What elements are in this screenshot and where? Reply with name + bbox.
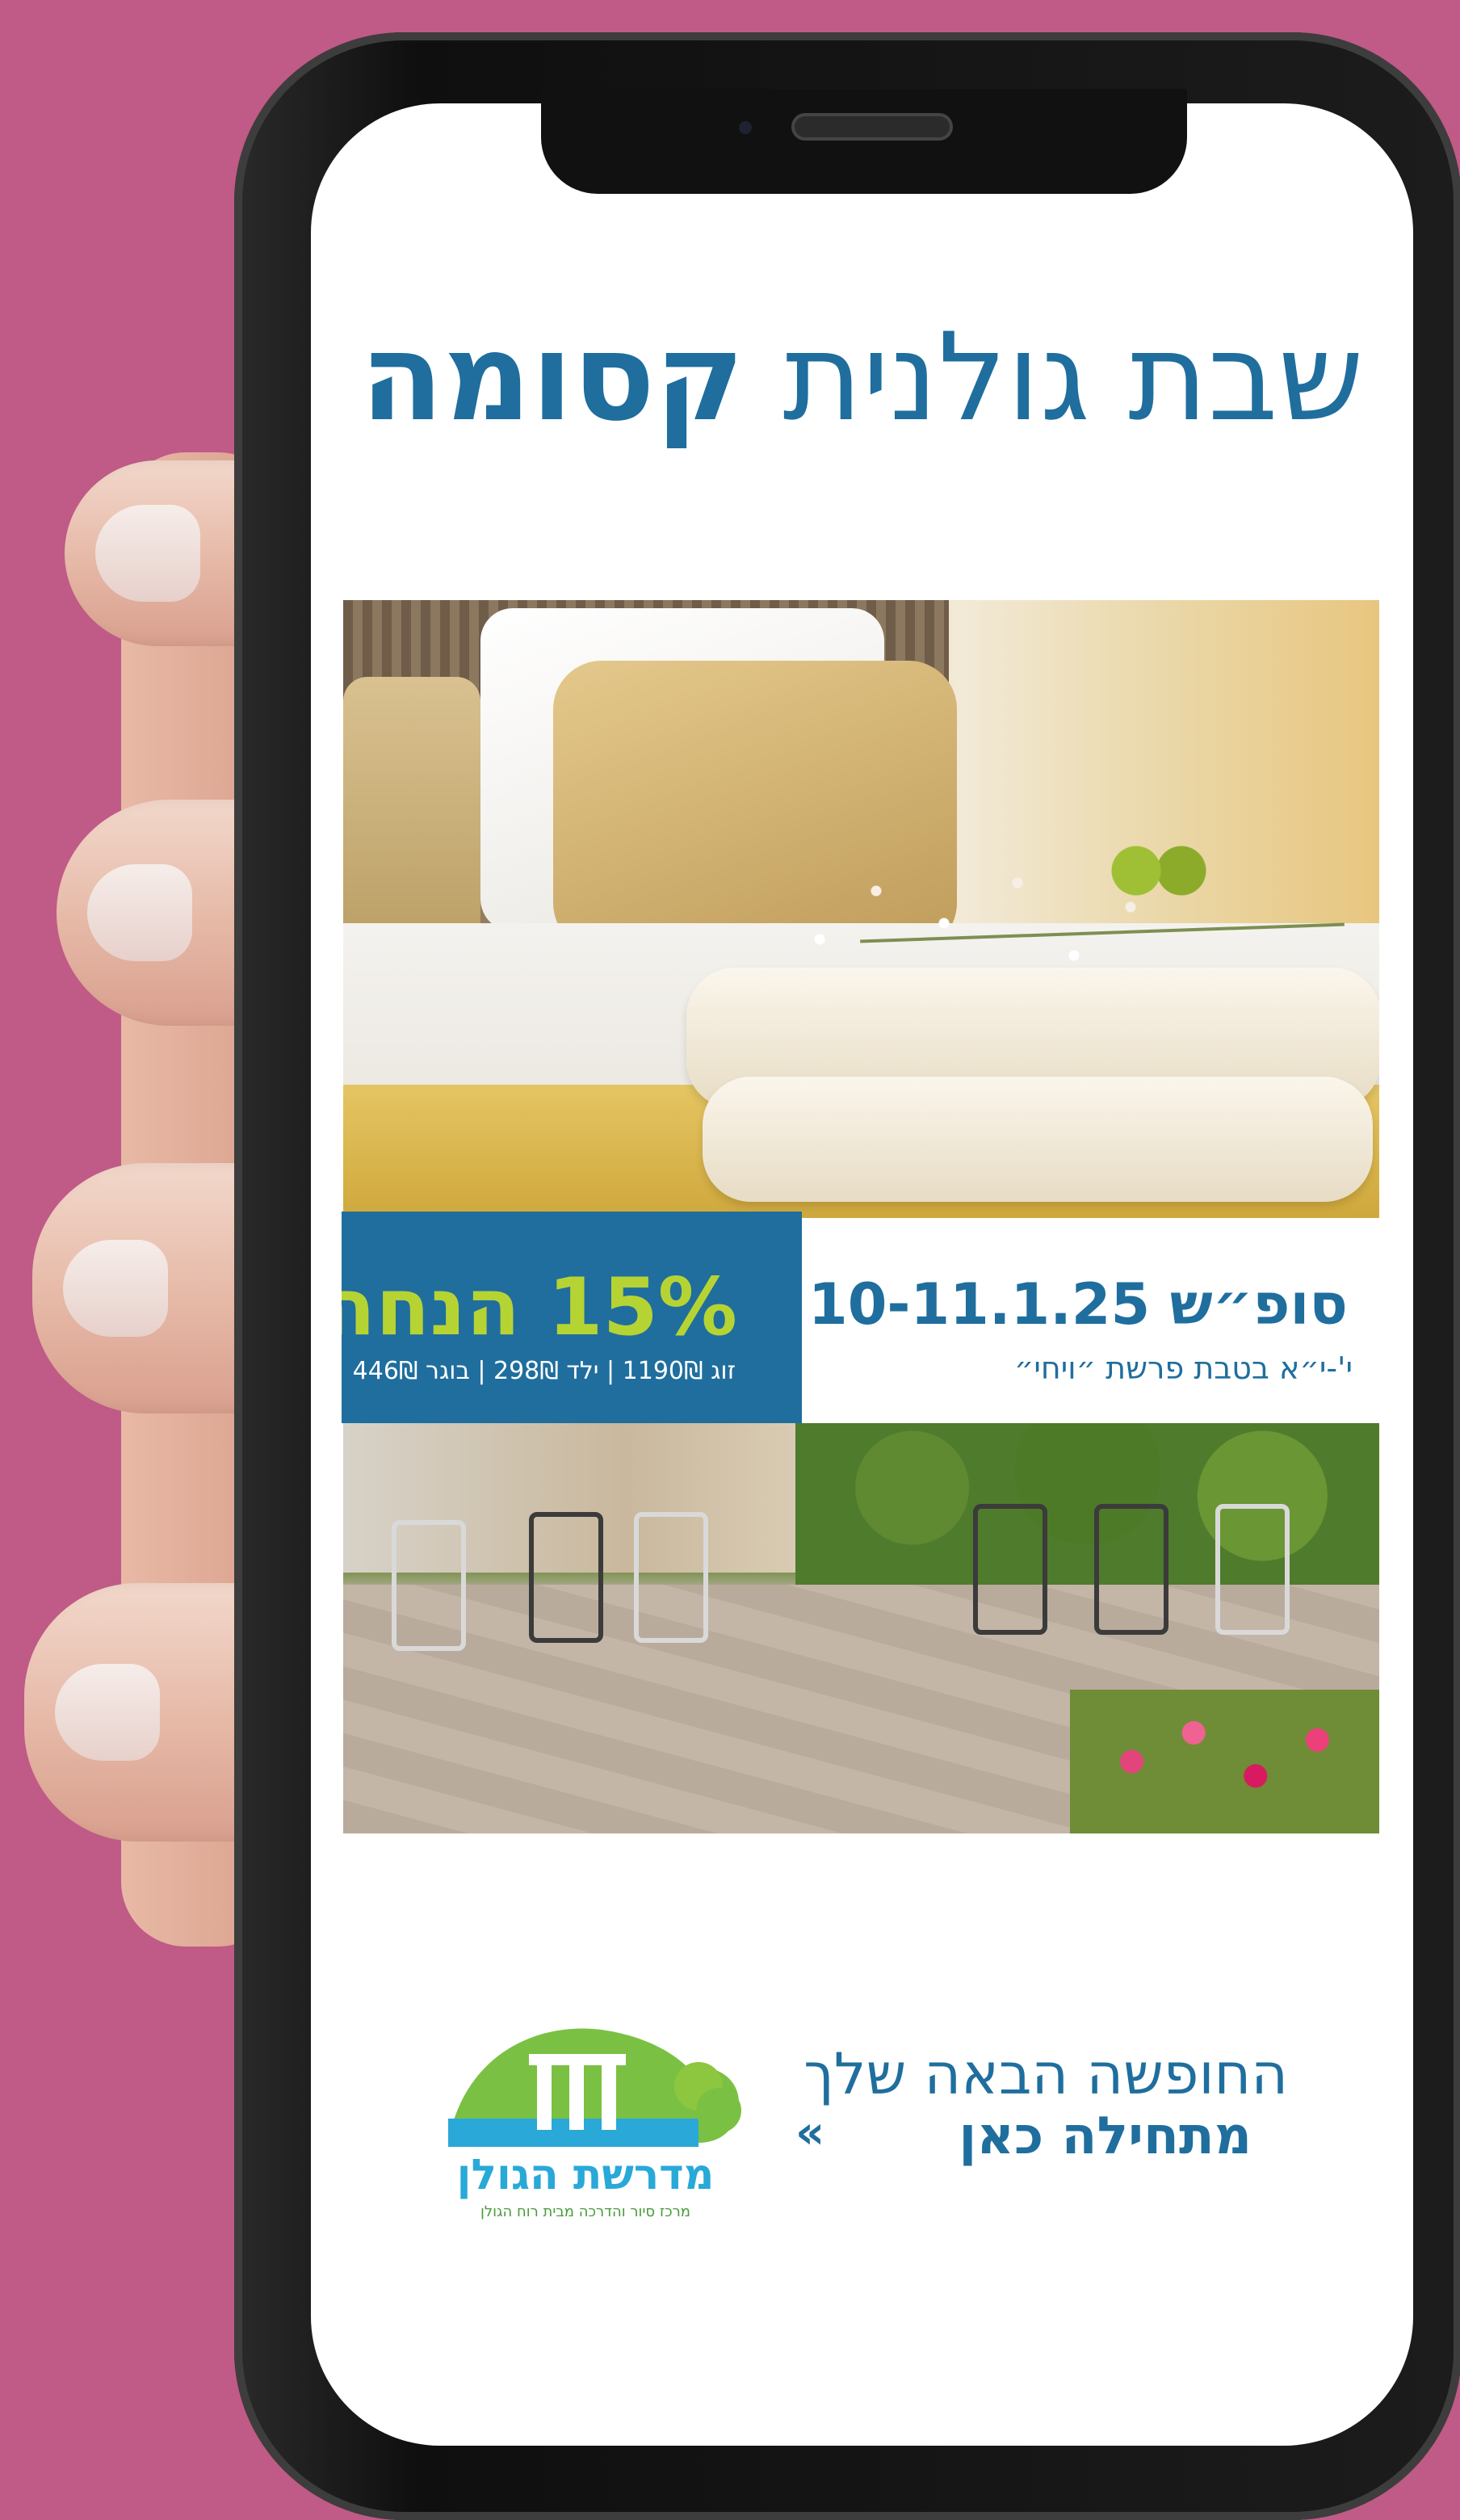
date-banner: סופ״ש 10-11.1.25 י'-י״א בטבת פרשת ״ויחי״ [803, 1212, 1393, 1423]
patio-photo [343, 1423, 1379, 1833]
phone-notch [541, 89, 1187, 194]
chair [1215, 1504, 1290, 1635]
dried-flowers [763, 842, 1328, 1004]
chair [392, 1520, 466, 1651]
hedge [795, 1423, 1379, 1585]
double-chevron-icon[interactable]: « [795, 2106, 824, 2159]
discount-banner: 15% הנחה זוג 1190₪ | ילד 298₪ | בוגר 446… [342, 1212, 802, 1423]
discount-label: 15% הנחה [342, 1262, 737, 1354]
logo-name: מדרשת הגולן [456, 2151, 715, 2199]
tagline-line2[interactable]: מתחילה כאן [959, 2110, 1252, 2162]
hebrew-date: י'-י״א בטבת פרשת ״ויחי״ [1013, 1350, 1353, 1386]
chair [1094, 1504, 1168, 1635]
flower-bed [1070, 1690, 1379, 1833]
bedroom-photo [343, 600, 1379, 1218]
page-title: שבת גולנית קסומה [311, 317, 1413, 439]
camera-icon [739, 121, 752, 134]
tagline-line1: החופשה הבאה שלך [803, 2041, 1288, 2107]
logo-subtitle: מרכז סיור והדרכה מבית רוח הגולן [480, 2203, 690, 2220]
phone-screen: שבת גולנית קסומה 15% הנחה זוג 1190₪ | יל… [311, 103, 1413, 2446]
headline-bold: קסומה [360, 308, 745, 448]
towel [703, 1077, 1373, 1202]
chair [973, 1504, 1047, 1635]
speaker-icon [791, 113, 953, 141]
chair [529, 1512, 603, 1643]
chair [634, 1512, 708, 1643]
headline-light: שבת גולנית [782, 308, 1364, 448]
logo-emblem-icon [448, 2028, 741, 2147]
logo: מדרשת הגולן מרכז סיור והדרכה מבית רוח הג… [416, 1997, 755, 2232]
weekend-date: סופ״ש 10-11.1.25 [808, 1271, 1348, 1338]
price-list: זוג 1190₪ | ילד 298₪ | בוגר 446₪ [352, 1357, 736, 1385]
